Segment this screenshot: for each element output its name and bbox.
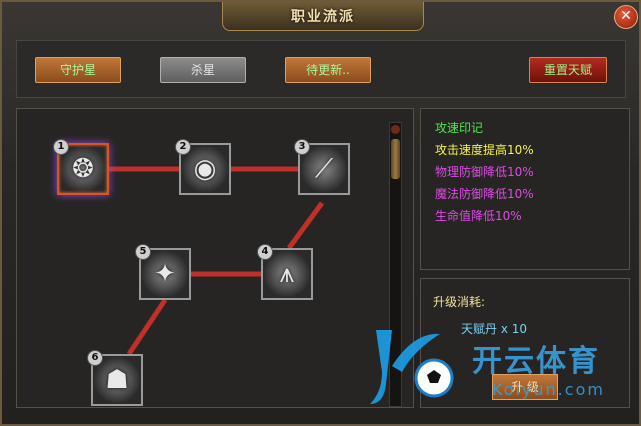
talent-node-5[interactable]: 5 ✦ — [135, 244, 191, 300]
talent-node-4[interactable]: 4 ⩚ — [257, 244, 313, 300]
cost-label: 升级消耗: — [433, 295, 486, 309]
swirl-icon: ❂ — [72, 154, 94, 184]
talent-node-2[interactable]: 2 ◉ — [175, 139, 231, 195]
talent-link-3 — [286, 201, 325, 250]
talent-node-6[interactable]: 6 ☗ — [87, 350, 143, 406]
talent-window: 职业流派 ✕ 守护星 杀星 待更新.. 重置天赋 1 ❂ 2 ◉ 3 ⟋ 4 ⩚… — [0, 0, 641, 426]
effect-hp: 生命值降低10% — [435, 209, 522, 223]
class-tab-bar: 守护星 杀星 待更新.. 重置天赋 — [16, 40, 626, 98]
watermark-text: 开云体育 — [472, 344, 600, 379]
close-icon: ✕ — [620, 8, 632, 24]
figure-icon: ✦ — [154, 259, 176, 289]
eye-icon: ◉ — [193, 154, 217, 184]
talent-name: 攻速印记 — [435, 121, 484, 135]
talent-link-5 — [126, 298, 168, 356]
effect-magic-defense: 魔法防御降低10% — [435, 187, 534, 201]
title-bar: 职业流派 — [222, 2, 424, 31]
talent-tree-panel: 1 ❂ 2 ◉ 3 ⟋ 4 ⩚ 5 ✦ 6 ☗ — [16, 108, 414, 408]
tab-kill-star[interactable]: 杀星 — [160, 57, 246, 83]
blade-icon: ⟋ — [314, 153, 334, 184]
reset-talents-button[interactable]: 重置天赋 — [529, 57, 607, 83]
muscle-icon: ☗ — [105, 365, 129, 395]
tab-guardian-star[interactable]: 守护星 — [35, 57, 121, 83]
watermark-url: Koiyun.com — [492, 380, 605, 399]
tab-coming-soon[interactable]: 待更新.. — [285, 57, 371, 83]
scroll-up-icon[interactable] — [391, 125, 400, 134]
talent-node-3[interactable]: 3 ⟋ — [294, 139, 350, 195]
claw-icon: ⩚ — [279, 258, 295, 289]
scroll-thumb[interactable] — [391, 139, 400, 179]
watermark-logo: 开云体育 Koiyun.com — [362, 322, 632, 412]
talent-node-1[interactable]: 1 ❂ — [53, 139, 109, 195]
effect-attack-speed: 攻击速度提高10% — [435, 143, 534, 157]
talent-info-panel: 攻速印记 攻击速度提高10% 物理防御降低10% 魔法防御降低10% 生命值降低… — [420, 108, 630, 270]
effect-physical-defense: 物理防御降低10% — [435, 165, 534, 179]
close-button[interactable]: ✕ — [614, 5, 638, 29]
window-title: 职业流派 — [291, 9, 355, 25]
